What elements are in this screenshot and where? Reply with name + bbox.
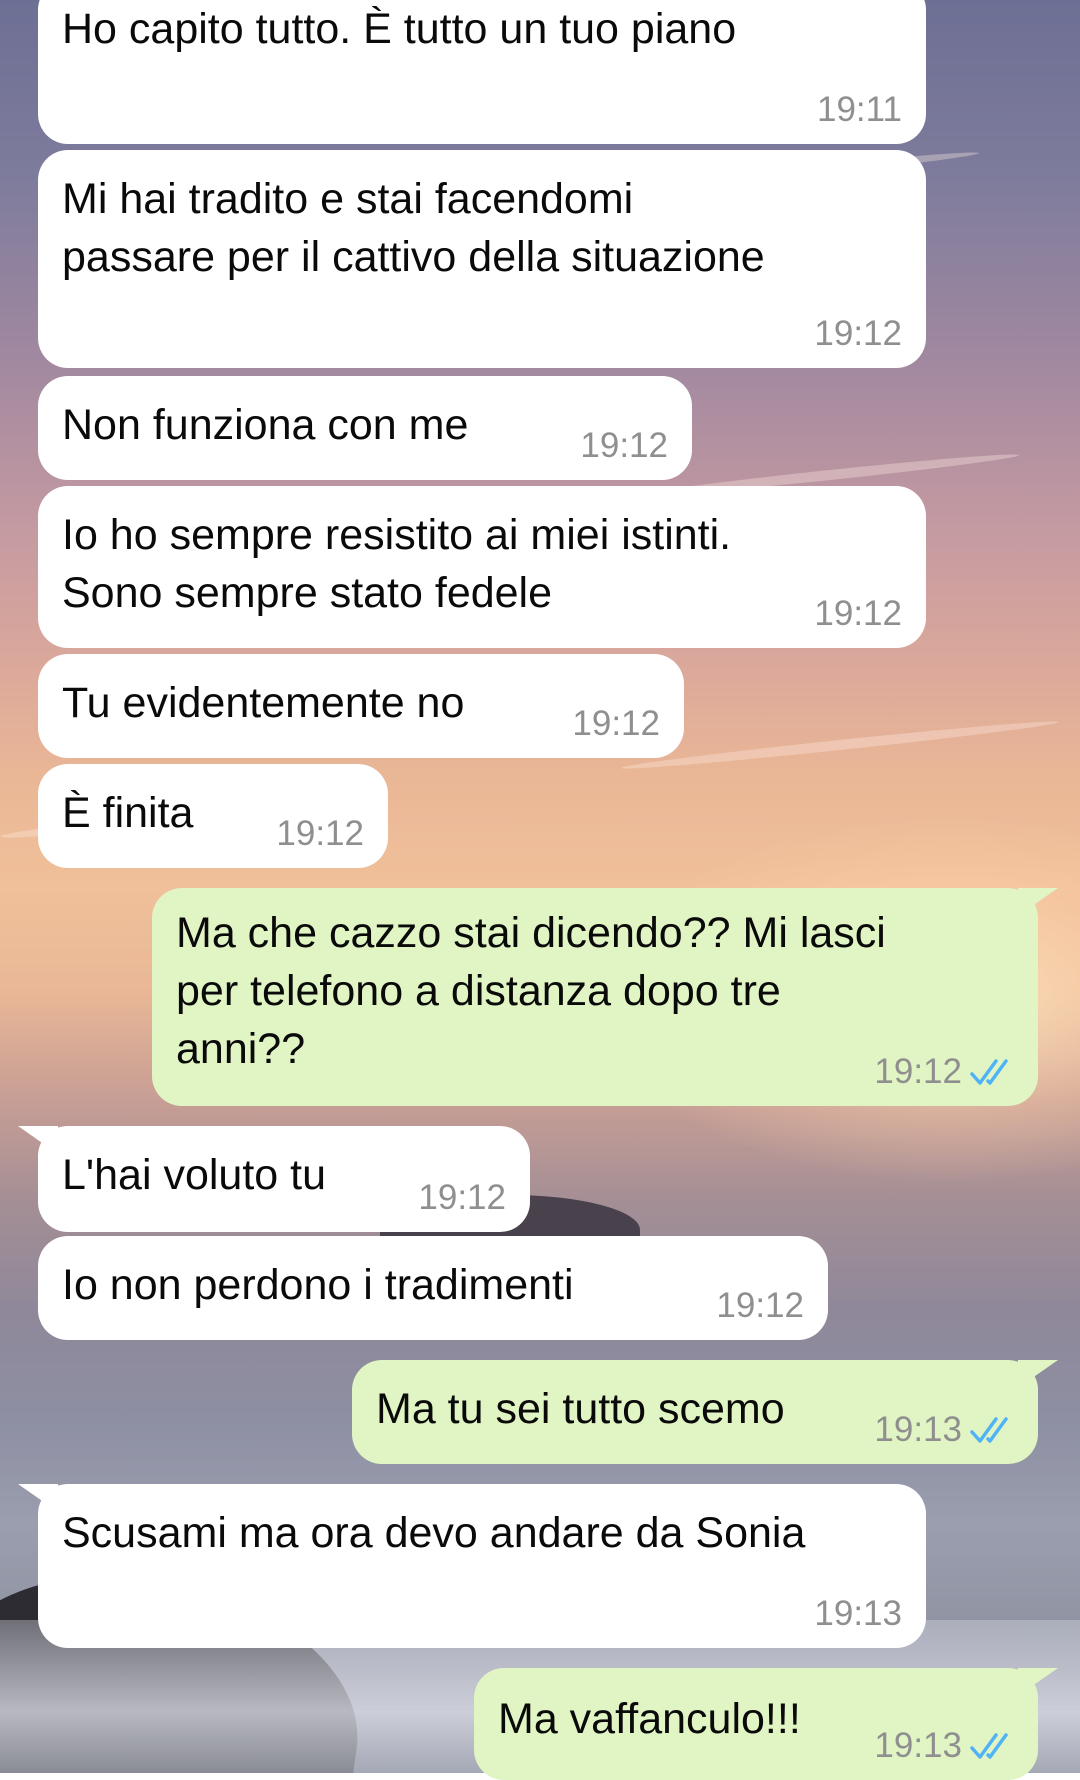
message-meta: 19:12 [716,1286,804,1326]
message-list[interactable]: Ho capito tutto. È tutto un tuo piano 19… [0,0,1080,1780]
message-time: 19:12 [874,1052,962,1091]
message-meta: 19:13 [874,1410,1014,1450]
message-time: 19:12 [814,594,902,633]
message-text: Io ho sempre resistito ai miei istinti. … [62,511,732,617]
message-meta: 19:12 [276,814,364,854]
message-time: 19:12 [814,314,902,353]
message-meta: 19:12 [814,594,902,634]
message-meta: 19:13 [874,1726,1014,1766]
incoming-message[interactable]: Mi hai tradito e stai facendomi passare … [38,150,926,368]
message-meta: 19:12 [580,426,668,466]
message-time: 19:13 [874,1410,962,1449]
message-meta: 19:13 [814,1594,902,1634]
message-time: 19:12 [572,704,660,743]
double-check-icon [970,1415,1014,1445]
message-time: 19:11 [817,90,902,129]
incoming-message[interactable]: Io non perdono i tradimenti 19:12 [38,1236,828,1340]
message-text: Non funziona con me [62,401,469,449]
message-meta: 19:12 [418,1178,506,1218]
message-meta: 19:12 [874,1052,1014,1092]
message-time: 19:13 [814,1594,902,1633]
incoming-message[interactable]: Scusami ma ora devo andare da Sonia 19:1… [38,1484,926,1648]
incoming-message[interactable]: L'hai voluto tu 19:12 [38,1126,530,1232]
message-text: Io non perdono i tradimenti [62,1261,574,1309]
double-check-icon [970,1731,1014,1761]
incoming-message[interactable]: Tu evidentemente no 19:12 [38,654,684,758]
incoming-message[interactable]: Io ho sempre resistito ai miei istinti. … [38,486,926,648]
message-time: 19:12 [418,1178,506,1217]
message-text: Tu evidentemente no [62,679,465,727]
message-meta: 19:11 [817,90,902,130]
message-meta: 19:12 [572,704,660,744]
outgoing-message[interactable]: Ma che cazzo stai dicendo?? Mi lasci per… [152,888,1038,1106]
incoming-message[interactable]: È finita 19:12 [38,764,388,868]
message-text: Scusami ma ora devo andare da Sonia [62,1509,806,1557]
incoming-message[interactable]: Ho capito tutto. È tutto un tuo piano 19… [38,0,926,144]
message-text: Mi hai tradito e stai facendomi passare … [62,175,765,281]
message-meta: 19:12 [814,314,902,354]
double-check-icon [970,1057,1014,1087]
message-time: 19:13 [874,1726,962,1765]
incoming-message[interactable]: Non funziona con me 19:12 [38,376,692,480]
message-time: 19:12 [716,1286,804,1325]
message-time: 19:12 [276,814,364,853]
outgoing-message[interactable]: Ma tu sei tutto scemo 19:13 [352,1360,1038,1464]
message-time: 19:12 [580,426,668,465]
outgoing-message[interactable]: Ma vaffanculo!!! 19:13 [474,1668,1038,1780]
message-text: Ho capito tutto. È tutto un tuo piano [62,5,737,53]
